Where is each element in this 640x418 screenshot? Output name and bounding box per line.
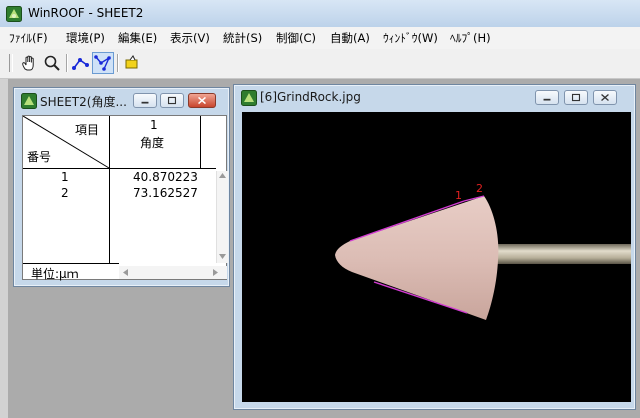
app-title: WinROOF - SHEET2 xyxy=(28,6,144,20)
pencil-icon xyxy=(125,55,138,69)
row-value[interactable]: 40.870223 xyxy=(133,170,198,184)
header-number-label: 番号 xyxy=(27,150,52,164)
line-measure-button[interactable] xyxy=(70,52,92,74)
header-item-label: 項目 xyxy=(75,123,100,137)
menu-bar: ﾌｧｲﾙ(F) 環境(P) 編集(E) 表示(V) 統計(S) 制御(C) 自動… xyxy=(0,27,640,50)
toolbar-separator xyxy=(66,54,68,72)
magnifier-icon xyxy=(44,55,60,71)
image-maximize-button[interactable] xyxy=(564,90,588,105)
sheet-horizontal-scrollbar[interactable] xyxy=(119,266,227,279)
shaft xyxy=(494,244,631,264)
image-close-button[interactable] xyxy=(593,90,617,105)
toolbar-grip[interactable] xyxy=(9,54,13,72)
menu-edit[interactable]: 編集(E) xyxy=(118,30,157,46)
zoom-tool-button[interactable] xyxy=(41,52,63,74)
winroof-app-icon xyxy=(6,6,22,22)
menu-help[interactable]: ﾍﾙﾌﾟ(H) xyxy=(450,30,491,46)
sheet-grid: 項目 番号 1 角度 1 40.870223 2 73.162527 単位:μｍ xyxy=(22,115,228,281)
sheet-window-title: SHEET2(角度... xyxy=(40,95,127,109)
unit-label: 単位:μｍ xyxy=(31,267,79,281)
column-name-label: 角度 xyxy=(140,136,165,150)
menu-control[interactable]: 制御(C) xyxy=(276,30,316,46)
hand-icon xyxy=(22,55,34,71)
measure-label: 1 xyxy=(455,189,462,202)
point-measure-icon xyxy=(94,55,111,71)
row-number: 1 xyxy=(61,170,69,184)
sheet-minimize-button[interactable] xyxy=(133,93,157,108)
maximize-icon xyxy=(571,93,581,102)
column-index-label: 1 xyxy=(150,118,158,132)
app-titlebar: WinROOF - SHEET2 xyxy=(0,0,640,27)
sheet-vertical-scrollbar[interactable] xyxy=(216,171,228,263)
close-icon xyxy=(601,93,609,102)
toolbar xyxy=(0,49,640,79)
row-number: 2 xyxy=(61,186,69,200)
image-canvas[interactable]: 1 2 xyxy=(242,112,631,402)
menu-window[interactable]: ｳｨﾝﾄﾞｳ(W) xyxy=(383,30,438,46)
scroll-up-arrow-icon[interactable] xyxy=(219,173,226,178)
image-minimize-button[interactable] xyxy=(535,90,559,105)
toolbar-separator xyxy=(117,54,119,72)
maximize-icon xyxy=(167,96,177,105)
minimize-icon xyxy=(543,98,551,101)
line-measure-icon xyxy=(72,58,89,70)
row-value[interactable]: 73.162527 xyxy=(133,186,198,200)
pencil-tool-button[interactable] xyxy=(121,52,143,74)
menu-auto[interactable]: 自動(A) xyxy=(330,30,370,46)
mdi-left-edge xyxy=(0,79,8,418)
menu-view[interactable]: 表示(V) xyxy=(170,30,210,46)
grind-rock-photo xyxy=(335,195,631,320)
grid-line xyxy=(200,116,201,168)
measure-label: 2 xyxy=(476,182,483,195)
image-window-title: [6]GrindRock.jpg xyxy=(260,90,361,104)
image-window-icon xyxy=(241,90,257,106)
grid-line xyxy=(23,263,119,264)
sheet-window[interactable]: SHEET2(角度... 項目 番号 1 角度 1 40.870223 2 73… xyxy=(13,87,230,287)
minimize-icon xyxy=(141,101,149,104)
scroll-down-arrow-icon[interactable] xyxy=(219,254,226,259)
menu-env[interactable]: 環境(P) xyxy=(66,30,105,46)
hand-tool-button[interactable] xyxy=(18,52,40,74)
point-measure-button[interactable] xyxy=(92,52,114,74)
scroll-left-arrow-icon[interactable] xyxy=(123,269,128,276)
menu-stats[interactable]: 統計(S) xyxy=(223,30,262,46)
grinding-stone xyxy=(335,196,499,320)
sheet-window-icon xyxy=(21,93,37,109)
sheet-close-button[interactable] xyxy=(188,93,216,108)
menu-file[interactable]: ﾌｧｲﾙ(F) xyxy=(9,30,48,46)
sheet-maximize-button[interactable] xyxy=(160,93,184,108)
scroll-right-arrow-icon[interactable] xyxy=(213,269,218,276)
image-window[interactable]: [6]GrindRock.jpg 1 2 xyxy=(233,84,636,410)
close-icon xyxy=(198,96,206,105)
